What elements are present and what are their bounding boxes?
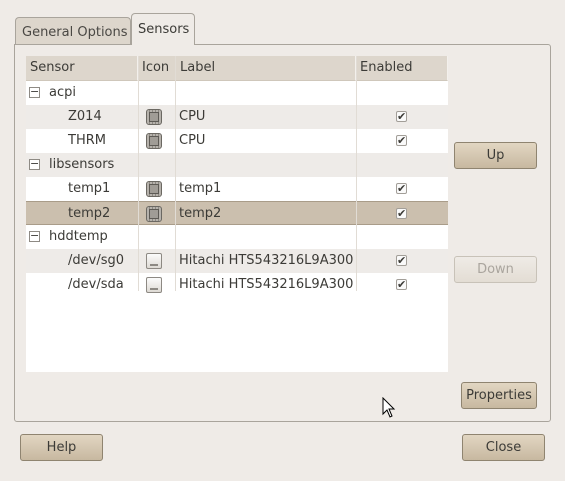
sensor-label: Hitachi HTS543216L9A300	[179, 277, 354, 292]
sensor-name: Z014	[68, 109, 102, 124]
tree-group-row[interactable]: − libsensors	[26, 153, 448, 177]
tab-general-options[interactable]: General Options	[15, 17, 131, 45]
column-divider	[138, 56, 139, 291]
enabled-checkbox[interactable]: ✔	[396, 135, 407, 146]
disk-icon	[146, 253, 162, 269]
column-header-sensor[interactable]: Sensor	[26, 56, 138, 81]
sensor-label: Hitachi HTS543216L9A300	[179, 253, 354, 268]
sensor-row[interactable]: THRM CPU ✔	[26, 129, 448, 153]
collapse-expander-icon[interactable]: −	[29, 230, 40, 242]
properties-button[interactable]: Properties	[461, 382, 537, 409]
help-button[interactable]: Help	[20, 434, 103, 461]
chip-icon	[146, 109, 162, 125]
sensor-label: CPU	[179, 109, 206, 124]
sensor-name: temp2	[68, 206, 111, 221]
down-button[interactable]: Down	[454, 256, 537, 283]
chip-icon	[146, 181, 162, 197]
collapse-expander-icon[interactable]: −	[29, 86, 40, 98]
column-header-enabled[interactable]: Enabled	[356, 56, 448, 81]
chip-icon	[146, 133, 162, 149]
enabled-checkbox[interactable]: ✔	[396, 111, 407, 122]
column-divider	[356, 56, 357, 291]
sensor-name: temp1	[68, 181, 111, 196]
sensor-row[interactable]: /dev/sda Hitachi HTS543216L9A300 ✔	[26, 273, 448, 297]
tab-sensors[interactable]: Sensors	[131, 13, 195, 45]
sensor-name: THRM	[68, 133, 106, 148]
group-name: libsensors	[49, 157, 115, 172]
enabled-checkbox[interactable]: ✔	[396, 279, 407, 290]
enabled-checkbox[interactable]: ✔	[396, 255, 407, 266]
up-button[interactable]: Up	[454, 142, 537, 169]
sensor-name: /dev/sda	[68, 277, 124, 292]
group-name: hddtemp	[49, 229, 108, 244]
group-name: acpi	[49, 85, 76, 100]
sensor-label: temp2	[179, 206, 222, 221]
close-button[interactable]: Close	[462, 434, 545, 461]
disk-icon	[146, 277, 162, 293]
sensor-name: /dev/sg0	[68, 253, 124, 268]
column-divider	[175, 56, 176, 291]
tree-group-row[interactable]: − hddtemp	[26, 225, 448, 249]
mouse-pointer-icon	[382, 397, 396, 418]
sensor-row[interactable]: temp2 temp2 ✔	[26, 201, 448, 225]
chip-icon	[146, 206, 162, 222]
collapse-expander-icon[interactable]: −	[29, 158, 40, 170]
sensor-row[interactable]: temp1 temp1 ✔	[26, 177, 448, 201]
enabled-checkbox[interactable]: ✔	[396, 208, 407, 219]
sensor-row[interactable]: /dev/sg0 Hitachi HTS543216L9A300 ✔	[26, 249, 448, 273]
tree-group-row[interactable]: − acpi	[26, 81, 448, 105]
sensor-row[interactable]: Z014 CPU ✔	[26, 105, 448, 129]
sensor-label: CPU	[179, 133, 206, 148]
column-header-icon[interactable]: Icon	[138, 56, 176, 81]
sensor-label: temp1	[179, 181, 222, 196]
sensor-tree[interactable]: Sensor Icon Label Enabled − acpi Z014 CPU ✔ T…	[26, 56, 448, 372]
enabled-checkbox[interactable]: ✔	[396, 183, 407, 194]
column-header-label[interactable]: Label	[176, 56, 356, 81]
